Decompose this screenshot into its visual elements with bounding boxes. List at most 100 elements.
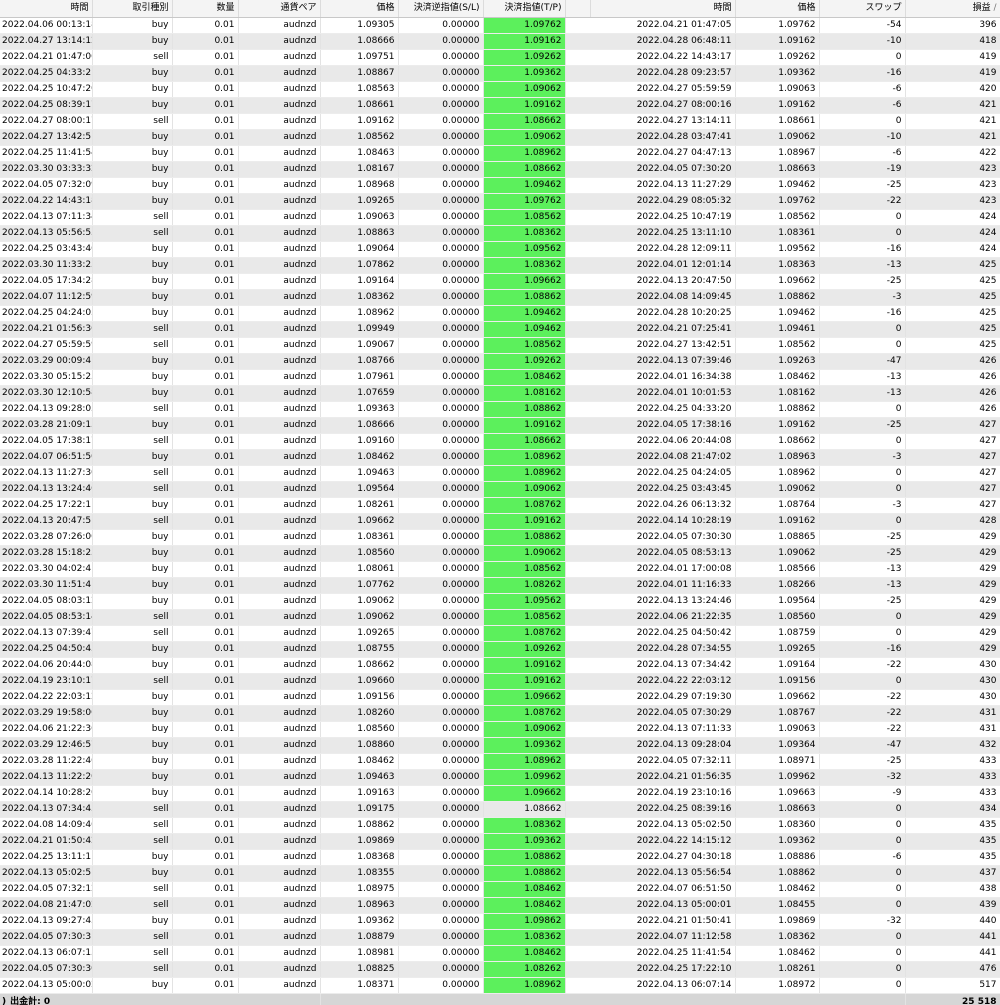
cell-close-time: 2022.04.25 03:43:45 — [590, 481, 736, 498]
table-row[interactable]: 2022.04.21 01:47:06 sell 0.01 audnzd 1.09751… — [0, 49, 1000, 66]
table-row[interactable]: 2022.04.05 17:34:28 buy 0.01 audnzd 1.09164 0… — [0, 273, 1000, 290]
col-close-price[interactable]: 価格 — [735, 0, 820, 18]
table-row[interactable]: 2022.03.28 15:18:25 buy 0.01 audnzd 1.08560 0… — [0, 545, 1000, 562]
cell-gap — [565, 945, 590, 962]
table-row[interactable]: 2022.04.13 09:27:43 buy 0.01 audnzd 1.09362 0… — [0, 913, 1000, 930]
table-row[interactable]: 2022.04.06 21:22:36 buy 0.01 audnzd 1.08560 0… — [0, 721, 1000, 738]
cell-swap: -22 — [819, 689, 906, 706]
cell-open-price: 1.08562 — [320, 129, 399, 146]
col-symbol[interactable]: 通貨ペア — [238, 0, 321, 18]
table-row[interactable]: 2022.04.25 10:47:20 buy 0.01 audnzd 1.08563 0… — [0, 81, 1000, 98]
table-row[interactable]: 2022.04.27 08:00:17 sell 0.01 audnzd 1.09162… — [0, 113, 1000, 130]
table-row[interactable]: 2022.04.13 20:47:51 sell 0.01 audnzd 1.09662… — [0, 513, 1000, 530]
col-open-price[interactable]: 価格 — [320, 0, 399, 18]
table-row[interactable]: 2022.03.29 12:46:57 buy 0.01 audnzd 1.08860 0… — [0, 737, 1000, 754]
table-row[interactable]: 2022.04.13 07:34:43 sell 0.01 audnzd 1.09175… — [0, 801, 1000, 818]
table-row[interactable]: 2022.04.05 07:30:30 sell 0.01 audnzd 1.08825… — [0, 961, 1000, 978]
col-swap[interactable]: スワップ — [819, 0, 906, 18]
table-row[interactable]: 2022.04.13 11:27:30 sell 0.01 audnzd 1.09463… — [0, 465, 1000, 482]
table-row[interactable]: 2022.04.14 10:28:20 buy 0.01 audnzd 1.09163 0… — [0, 785, 1000, 802]
table-row[interactable]: 2022.04.13 07:11:34 sell 0.01 audnzd 1.09063… — [0, 209, 1000, 226]
table-row[interactable]: 2022.03.30 11:33:25 buy 0.01 audnzd 1.07862 0… — [0, 257, 1000, 274]
table-row[interactable]: 2022.03.30 05:15:25 buy 0.01 audnzd 1.07961 0… — [0, 369, 1000, 386]
table-row[interactable]: 2022.04.05 07:30:31 sell 0.01 audnzd 1.08879… — [0, 929, 1000, 946]
cell-sl: 0.00000 — [398, 929, 484, 946]
table-row[interactable]: 2022.04.27 13:14:12 buy 0.01 audnzd 1.08666 0… — [0, 33, 1000, 50]
cell-tp: 1.09662 — [483, 273, 566, 290]
cell-tp: 1.08362 — [483, 225, 566, 242]
table-row[interactable]: 2022.03.29 19:58:06 buy 0.01 audnzd 1.08260 0… — [0, 705, 1000, 722]
cell-symbol: audnzd — [238, 273, 321, 290]
table-row[interactable]: 2022.04.25 04:33:21 buy 0.01 audnzd 1.08867 0… — [0, 65, 1000, 82]
table-row[interactable]: 2022.04.27 13:42:51 buy 0.01 audnzd 1.08562 0… — [0, 129, 1000, 146]
table-row[interactable]: 2022.04.25 13:11:11 buy 0.01 audnzd 1.08368 0… — [0, 849, 1000, 866]
table-row[interactable]: 2022.03.28 11:22:46 buy 0.01 audnzd 1.08462 0… — [0, 753, 1000, 770]
table-row[interactable]: 2022.04.05 07:32:09 buy 0.01 audnzd 1.08968 0… — [0, 177, 1000, 194]
cell-gap — [565, 689, 590, 706]
table-row[interactable]: 2022.04.22 22:03:12 buy 0.01 audnzd 1.09156 0… — [0, 689, 1000, 706]
table-row[interactable]: 2022.03.30 12:10:58 buy 0.01 audnzd 1.07659 0… — [0, 385, 1000, 402]
col-tp[interactable]: 決済指値(T/P) — [483, 0, 566, 18]
cell-type: sell — [92, 881, 173, 898]
cell-volume: 0.01 — [172, 817, 239, 834]
cell-close-price: 1.08362 — [735, 929, 820, 946]
col-close-time[interactable]: 時間 — [590, 0, 736, 18]
col-type[interactable]: 取引種別 — [92, 0, 173, 18]
cell-gap — [565, 401, 590, 418]
table-row[interactable]: 2022.03.30 04:02:41 buy 0.01 audnzd 1.08061 0… — [0, 561, 1000, 578]
table-row[interactable]: 2022.04.06 00:13:18 buy 0.01 audnzd 1.09305 0… — [0, 17, 1000, 34]
col-profit-label: 損益 — [972, 3, 991, 13]
cell-swap: -16 — [819, 65, 906, 82]
cell-sl: 0.00000 — [398, 385, 484, 402]
cell-open-price: 1.09463 — [320, 465, 399, 482]
col-volume[interactable]: 数量 — [172, 0, 239, 18]
table-row[interactable]: 2022.04.08 21:47:02 sell 0.01 audnzd 1.08963… — [0, 897, 1000, 914]
table-row[interactable]: 2022.04.19 23:10:17 sell 0.01 audnzd 1.09660… — [0, 673, 1000, 690]
cell-volume: 0.01 — [172, 161, 239, 178]
table-row[interactable]: 2022.04.05 07:32:12 sell 0.01 audnzd 1.08975… — [0, 881, 1000, 898]
table-row[interactable]: 2022.04.21 01:50:42 sell 0.01 audnzd 1.09869… — [0, 833, 1000, 850]
table-row[interactable]: 2022.03.30 03:33:32 buy 0.01 audnzd 1.08167 0… — [0, 161, 1000, 178]
table-row[interactable]: 2022.04.06 20:44:08 buy 0.01 audnzd 1.08662 0… — [0, 657, 1000, 674]
table-row[interactable]: 2022.04.13 11:22:20 buy 0.01 audnzd 1.09463 0… — [0, 769, 1000, 786]
col-profit[interactable]: 損益 / — [905, 0, 1000, 18]
table-row[interactable]: 2022.04.25 04:24:05 buy 0.01 audnzd 1.08962 0… — [0, 305, 1000, 322]
cell-close-price: 1.08865 — [735, 529, 820, 546]
table-row[interactable]: 2022.04.13 13:24:46 sell 0.01 audnzd 1.09564… — [0, 481, 1000, 498]
table-row[interactable]: 2022.04.13 07:39:47 sell 0.01 audnzd 1.09265… — [0, 625, 1000, 642]
table-row[interactable]: 2022.04.07 06:51:50 buy 0.01 audnzd 1.08462 0… — [0, 449, 1000, 466]
table-row[interactable]: 2022.04.08 14:09:46 sell 0.01 audnzd 1.08862… — [0, 817, 1000, 834]
cell-gap — [565, 737, 590, 754]
table-row[interactable]: 2022.04.13 06:07:15 sell 0.01 audnzd 1.08981… — [0, 945, 1000, 962]
table-row[interactable]: 2022.04.22 14:43:18 buy 0.01 audnzd 1.09265 0… — [0, 193, 1000, 210]
table-row[interactable]: 2022.04.25 04:50:43 buy 0.01 audnzd 1.08755 0… — [0, 641, 1000, 658]
table-row[interactable]: 2022.03.28 07:26:06 buy 0.01 audnzd 1.08361 0… — [0, 529, 1000, 546]
table-row[interactable]: 2022.04.05 08:53:14 sell 0.01 audnzd 1.09062… — [0, 609, 1000, 626]
col-open-time[interactable]: 時間 — [0, 0, 93, 18]
table-row[interactable]: 2022.04.13 05:56:55 sell 0.01 audnzd 1.08863… — [0, 225, 1000, 242]
col-sl[interactable]: 決済逆指値(S/L) — [398, 0, 484, 18]
table-row[interactable]: 2022.04.07 11:12:59 buy 0.01 audnzd 1.08362 0… — [0, 289, 1000, 306]
cell-profit: 429 — [905, 577, 1000, 594]
cell-gap — [565, 657, 590, 674]
cell-gap — [565, 513, 590, 530]
table-row[interactable]: 2022.04.27 05:59:59 sell 0.01 audnzd 1.09067… — [0, 337, 1000, 354]
table-row[interactable]: 2022.04.13 05:00:02 buy 0.01 audnzd 1.08371 0… — [0, 977, 1000, 994]
table-row[interactable]: 2022.04.05 17:38:17 sell 0.01 audnzd 1.09160… — [0, 433, 1000, 450]
table-row[interactable]: 2022.03.30 11:51:41 buy 0.01 audnzd 1.07762 0… — [0, 577, 1000, 594]
table-row[interactable]: 2022.03.29 00:09:41 buy 0.01 audnzd 1.08766 0… — [0, 353, 1000, 370]
cell-symbol: audnzd — [238, 913, 321, 930]
table-row[interactable]: 2022.04.21 01:56:36 sell 0.01 audnzd 1.09949… — [0, 321, 1000, 338]
table-row[interactable]: 2022.04.25 03:43:46 buy 0.01 audnzd 1.09064 0… — [0, 241, 1000, 258]
table-row[interactable]: 2022.04.13 05:02:51 buy 0.01 audnzd 1.08355 0… — [0, 865, 1000, 882]
cell-volume: 0.01 — [172, 49, 239, 66]
table-row[interactable]: 2022.04.13 09:28:05 sell 0.01 audnzd 1.09363… — [0, 401, 1000, 418]
cell-profit: 425 — [905, 337, 1000, 354]
table-row[interactable]: 2022.04.25 17:22:11 buy 0.01 audnzd 1.08261 0… — [0, 497, 1000, 514]
table-row[interactable]: 2022.04.25 11:41:54 buy 0.01 audnzd 1.08463 0… — [0, 145, 1000, 162]
cell-type: buy — [92, 865, 173, 882]
table-row[interactable]: 2022.03.28 21:09:15 buy 0.01 audnzd 1.08666 0… — [0, 417, 1000, 434]
table-row[interactable]: 2022.04.25 08:39:17 buy 0.01 audnzd 1.08661 0… — [0, 97, 1000, 114]
table-row[interactable]: 2022.04.05 08:03:12 buy 0.01 audnzd 1.09062 0… — [0, 593, 1000, 610]
cell-open-time: 2022.03.30 05:15:25 — [0, 369, 93, 386]
